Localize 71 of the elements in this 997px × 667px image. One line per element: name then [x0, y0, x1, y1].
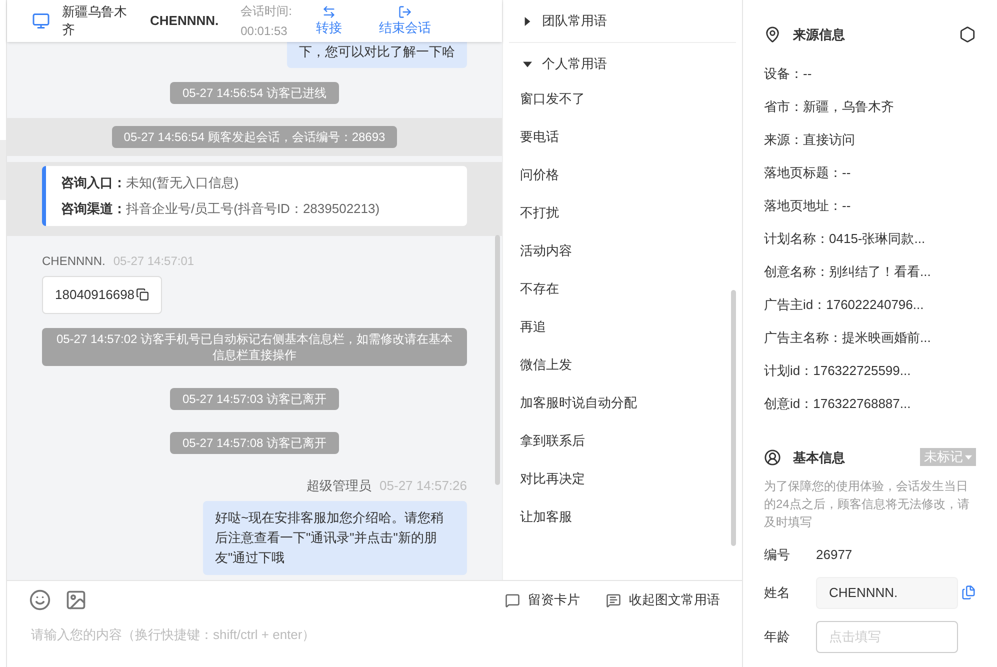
source-info-row-text: 设备：--: [764, 64, 813, 82]
lead-card-button[interactable]: 留资卡片: [505, 590, 580, 610]
phrase-item[interactable]: 再追: [509, 308, 557, 346]
info-value: 抖音企业号/员工号(抖音号ID：2839502213): [126, 200, 380, 218]
phrase-item[interactable]: 对比再决定: [509, 460, 596, 498]
source-info-row-text: 广告主id：176022240796...: [764, 296, 925, 314]
phrase-group-header[interactable]: 团队常用语: [509, 0, 621, 42]
image-icon[interactable]: [65, 589, 87, 611]
source-info-row-text: 计划名称：0415-张琳同款...: [764, 230, 926, 248]
message-bubble: 下，您可以对比了解一下哈: [287, 42, 467, 68]
visitor-name: CHENNNN.: [150, 12, 219, 30]
phrase-item[interactable]: 活动内容: [509, 232, 583, 270]
sender-name: 超级管理员: [306, 476, 372, 494]
sender-name: CHENNNN.: [42, 253, 106, 270]
phrase-item[interactable]: 问价格: [509, 156, 570, 194]
section-title: 基本信息: [793, 448, 846, 466]
section-title: 来源信息: [793, 26, 846, 44]
message-input[interactable]: 请输入您的内容（换行快捷键：shift/ctrl + enter）: [29, 625, 529, 644]
field-label: 姓名: [764, 584, 791, 602]
source-info-row-text: 广告主名称：提米映画婚前...: [764, 328, 932, 346]
location-pin-icon: [764, 26, 781, 44]
phrase-item[interactable]: 微信上发: [509, 346, 583, 384]
system-notice: 05-27 14:56:54 顾客发起会话，会话编号：28693: [112, 126, 398, 148]
message-time: 05-27 14:57:26: [380, 476, 467, 494]
info-label: 咨询入口：: [61, 174, 126, 192]
message-time: 05-27 14:57:01: [113, 253, 194, 270]
exit-icon: [398, 5, 412, 19]
field-value: 26977: [816, 546, 852, 564]
visitor-location: 新疆乌鲁木齐: [62, 3, 128, 39]
source-info-row-text: 创意id：176322768887...: [764, 394, 912, 412]
system-notice: 05-27 14:56:54 访客已进线: [170, 82, 339, 104]
source-info-row-text: 创意名称：别纠结了！看看...: [764, 262, 932, 280]
session-time: 00:01:53: [240, 23, 288, 40]
copy-icon[interactable]: [136, 288, 149, 302]
source-info-row-text: 落地页地址：--: [764, 196, 852, 214]
caret-icon: [523, 60, 532, 68]
info-value: 未知(暂无入口信息): [126, 174, 239, 192]
phrase-item[interactable]: 拿到联系后: [509, 422, 596, 460]
collapse-phrases-button[interactable]: 收起图文常用语: [606, 590, 720, 610]
message-icon: [505, 592, 520, 608]
field-input[interactable]: CHENNNN.: [816, 576, 958, 608]
swap-icon: [322, 5, 336, 19]
source-info-row-text: 来源：直接访问: [764, 130, 856, 148]
phrase-item[interactable]: 让加客服: [509, 498, 583, 536]
system-notice: 05-27 14:57:08 访客已离开: [170, 432, 339, 454]
info-label: 咨询渠道：: [61, 200, 126, 218]
system-notice: 05-27 14:57:03 访客已离开: [170, 388, 339, 410]
source-info-row-text: 计划id：176322725599...: [764, 362, 912, 380]
scrollbar[interactable]: [495, 235, 500, 485]
source-info-row-text: 落地页标题：--: [764, 164, 852, 182]
message-bubble: 18040916698: [42, 276, 162, 314]
phrase-item[interactable]: 不存在: [509, 270, 570, 308]
caret-icon: [523, 16, 532, 26]
message-bubble: 好哒~现在安排客服加您介绍哈。请您稍后注意查看一下"通讯录"并点击"新的朋友"通过下哦: [203, 501, 467, 575]
phrase-item[interactable]: 加客服时说自动分配: [509, 384, 648, 422]
phrase-item[interactable]: 要电话: [509, 118, 570, 156]
emoji-icon[interactable]: [29, 589, 51, 611]
scrollbar[interactable]: [731, 290, 736, 546]
field-label: 编号: [764, 546, 791, 564]
source-info-row-text: 省市：新疆，乌鲁木齐: [764, 98, 895, 116]
monitor-icon: [32, 12, 50, 30]
field-label: 年龄: [764, 628, 791, 646]
notice-text: 为了保障您的使用体验，会话发生当日的24点之后，顾客信息将无法修改，请及时填写: [764, 478, 970, 531]
transfer-button[interactable]: 转接: [316, 5, 342, 37]
end-session-button[interactable]: 结束会话: [378, 5, 431, 37]
phrase-item[interactable]: 不打扰: [509, 194, 570, 232]
message-text-icon: [606, 592, 621, 608]
session-time-label: 会话时间:: [240, 3, 292, 20]
user-icon: [764, 448, 781, 466]
caret-icon: [965, 454, 972, 461]
system-notice: 05-27 14:57:02 访客手机号已自动标记右侧基本信息栏，如需修改请在基本信息栏直接操作: [42, 328, 467, 366]
